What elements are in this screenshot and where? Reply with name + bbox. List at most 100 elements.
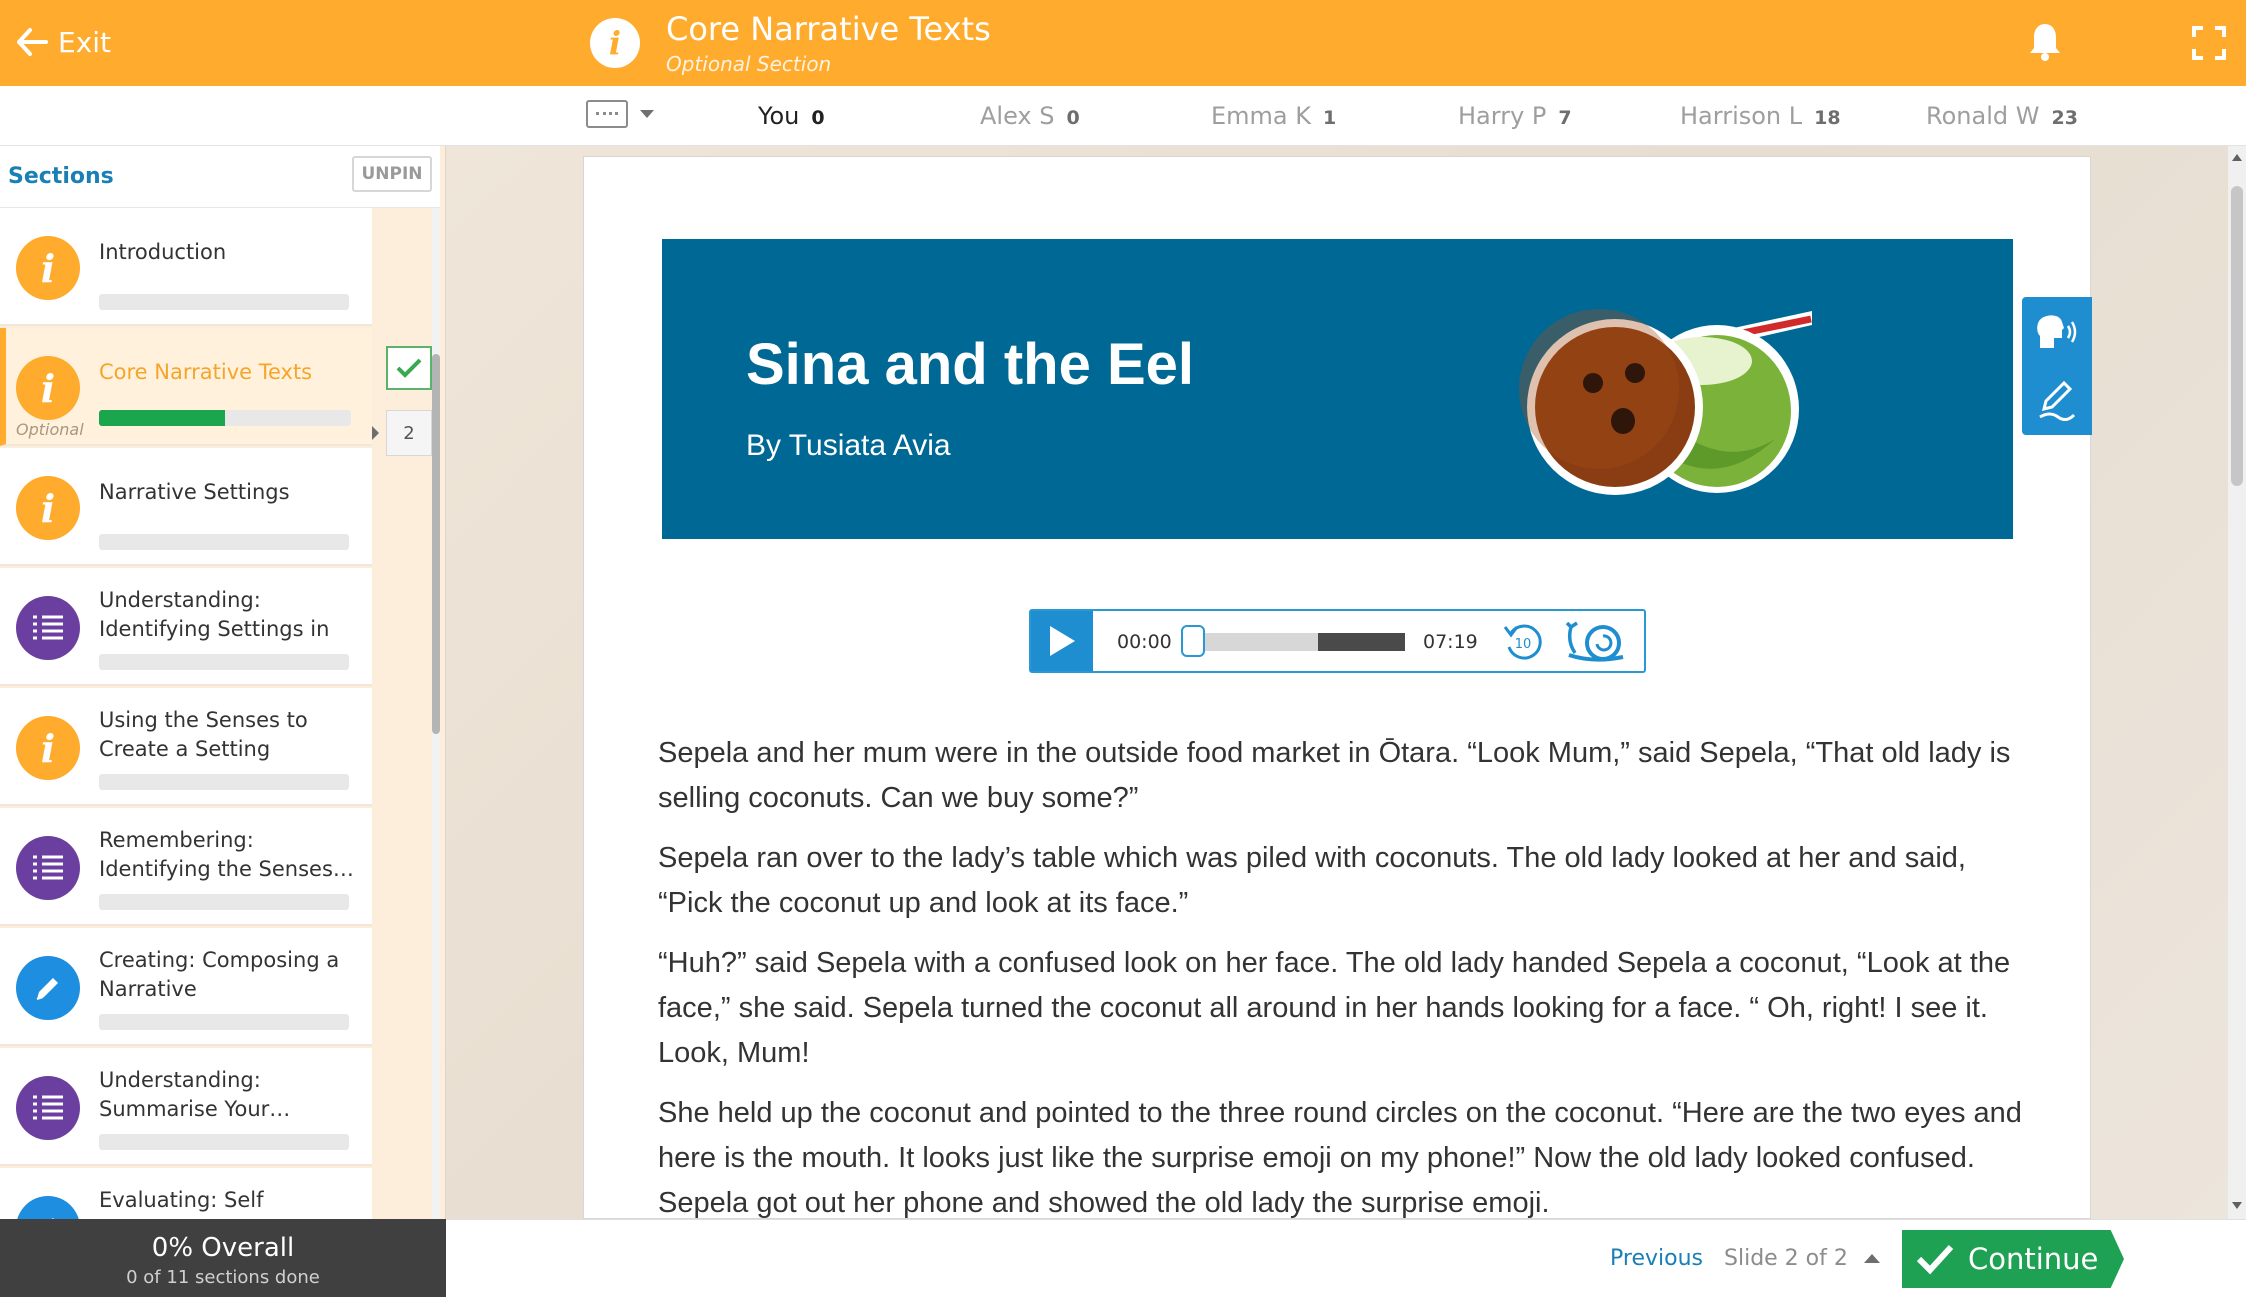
slow-speed-snail-button[interactable] bbox=[1563, 619, 1631, 669]
scrollbar-thumb[interactable] bbox=[432, 354, 440, 734]
slide-indicator: Slide 2 of 2 bbox=[1724, 1246, 1848, 1271]
play-icon bbox=[1050, 626, 1075, 656]
scroll-down-arrow-icon[interactable] bbox=[2232, 1202, 2242, 1209]
list-icon bbox=[16, 1076, 80, 1140]
player-name: Harry P bbox=[1458, 102, 1547, 130]
continue-label: Continue bbox=[1968, 1242, 2099, 1276]
player-name: Ronald W bbox=[1926, 102, 2040, 130]
overall-progress: 0% Overall 0 of 11 sections done bbox=[0, 1219, 446, 1297]
exit-button[interactable]: Exit bbox=[16, 22, 111, 62]
section-progress-bar bbox=[99, 294, 349, 310]
sidebar-scrollbar[interactable] bbox=[432, 208, 440, 1219]
info-icon: i bbox=[16, 236, 80, 300]
player-score: 0 bbox=[1066, 107, 1080, 129]
completed-check-icon bbox=[386, 346, 432, 390]
sidebar-item-summarise-your[interactable]: Understanding: Summarise Your… bbox=[0, 1048, 372, 1166]
story-paragraph: Sepela ran over to the lady’s table whic… bbox=[658, 842, 1966, 919]
sidebar-item-core-narrative-texts[interactable]: i Core Narrative Texts Optional bbox=[0, 328, 372, 446]
overall-percent: 0% Overall bbox=[151, 1233, 295, 1263]
list-icon bbox=[16, 836, 80, 900]
sidebar-item-label: Understanding: Identifying Settings in … bbox=[99, 588, 330, 641]
chevron-down-icon bbox=[640, 110, 654, 118]
audio-seek-handle[interactable] bbox=[1181, 625, 1205, 657]
arrow-left-icon bbox=[17, 28, 48, 56]
sidebar-item-label: Evaluating: Self bbox=[99, 1188, 264, 1212]
leaderboard-bar: You 0 Alex S 0 Emma K 1 Harry P 7 Harrison L… bbox=[0, 86, 2246, 146]
side-tools bbox=[2022, 297, 2092, 435]
leaderboard-player: You 0 bbox=[758, 102, 825, 130]
scrollbar-thumb[interactable] bbox=[2231, 186, 2243, 486]
story-banner: Sina and the Eel By Tusiata Avia bbox=[662, 239, 2013, 539]
player-score: 23 bbox=[2051, 107, 2078, 129]
annotate-pen-icon[interactable] bbox=[2022, 367, 2092, 433]
sidebar-item-identifying-the-senses[interactable]: Remembering: Identifying the Senses… bbox=[0, 808, 372, 926]
check-icon bbox=[1916, 1244, 1954, 1275]
player-name: Emma K bbox=[1211, 102, 1311, 130]
rewind-10-button[interactable]: 10 bbox=[1501, 621, 1545, 669]
player-name: Harrison L bbox=[1680, 102, 1803, 130]
leaderboard-player: Harry P 7 bbox=[1458, 102, 1572, 130]
player-score: 18 bbox=[1814, 107, 1841, 129]
slide-selector[interactable]: Slide 2 of 2 bbox=[1724, 1246, 1880, 1271]
audio-buffered-bar bbox=[1318, 633, 1405, 651]
previous-button[interactable]: Previous bbox=[1610, 1246, 1703, 1271]
top-bar: Exit i Core Narrative Texts Optional Sec… bbox=[0, 0, 2246, 86]
page-title: Core Narrative Texts bbox=[666, 10, 991, 48]
pencil-icon bbox=[16, 956, 80, 1020]
sidebar-item-identifying-settings[interactable]: Understanding: Identifying Settings in … bbox=[0, 568, 372, 686]
page-subtitle: Optional Section bbox=[666, 52, 832, 76]
sidebar-item-composing-a-narrative[interactable]: Creating: Composing a Narrative bbox=[0, 928, 372, 1046]
page-scrollbar[interactable] bbox=[2228, 146, 2246, 1219]
info-icon[interactable]: i bbox=[590, 18, 640, 68]
sidebar-item-using-the-senses[interactable]: i Using the Senses to Create a Setting bbox=[0, 688, 372, 806]
footer-bar: Previous Slide 2 of 2 Continue bbox=[446, 1219, 2246, 1297]
sidebar-item-label: Understanding: Summarise Your… bbox=[99, 1068, 291, 1121]
list-icon bbox=[16, 596, 80, 660]
play-button[interactable] bbox=[1031, 611, 1093, 671]
audio-current-time: 00:00 bbox=[1117, 631, 1172, 653]
info-icon: i bbox=[16, 356, 80, 420]
section-progress-bar bbox=[99, 774, 349, 790]
story-paragraph: She held up the coconut and pointed to t… bbox=[658, 1097, 2022, 1219]
story-paragraph: Sepela and her mum were in the outside f… bbox=[658, 737, 2011, 814]
section-progress-bar bbox=[99, 894, 349, 910]
story-title: Sina and the Eel bbox=[746, 332, 1194, 397]
leaderboard-player: Alex S 0 bbox=[980, 102, 1080, 130]
leaderboard-toggle[interactable] bbox=[586, 100, 654, 128]
sidebar-item-label: Using the Senses to Create a Setting bbox=[99, 708, 308, 761]
pencil-icon bbox=[16, 1196, 80, 1219]
player-name: You bbox=[758, 102, 800, 130]
fullscreen-icon[interactable] bbox=[2192, 26, 2226, 64]
bell-icon[interactable] bbox=[2028, 22, 2062, 66]
story-text: Sepela and her mum were in the outside f… bbox=[658, 731, 2028, 1219]
chevron-up-icon bbox=[1863, 1254, 1880, 1263]
unpin-button[interactable]: UNPIN bbox=[352, 156, 432, 192]
content-card: Sina and the Eel By Tusiata Avia 00:00 0… bbox=[583, 156, 2091, 1219]
section-progress-bar bbox=[99, 534, 349, 550]
text-to-speech-icon[interactable] bbox=[2022, 299, 2092, 365]
sidebar-item-narrative-settings[interactable]: i Narrative Settings bbox=[0, 448, 372, 566]
sections-sidebar: Sections UNPIN i Introduction i Core Nar… bbox=[0, 146, 446, 1219]
section-progress-bar bbox=[99, 1014, 349, 1030]
sidebar-item-label: Core Narrative Texts bbox=[99, 360, 313, 384]
optional-tag: Optional bbox=[16, 420, 84, 439]
section-progress-bar bbox=[99, 654, 349, 670]
slide-count-badge[interactable]: 2 bbox=[386, 410, 432, 456]
leaderboard-player: Emma K 1 bbox=[1211, 102, 1336, 130]
scroll-up-arrow-icon[interactable] bbox=[2232, 154, 2242, 161]
sidebar-item-label: Introduction bbox=[99, 240, 227, 264]
section-progress-bar bbox=[99, 1134, 349, 1150]
info-icon: i bbox=[16, 476, 80, 540]
continue-button[interactable]: Continue bbox=[1902, 1230, 2124, 1288]
leaderboard-player: Ronald W 23 bbox=[1926, 102, 2078, 130]
exit-label: Exit bbox=[58, 25, 112, 59]
audio-seek-track[interactable] bbox=[1193, 633, 1405, 651]
player-score: 1 bbox=[1323, 107, 1337, 129]
sidebar-header: Sections UNPIN bbox=[0, 146, 440, 208]
sidebar-item-evaluating-self[interactable]: Evaluating: Self bbox=[0, 1168, 372, 1219]
sidebar-item-label: Remembering: Identifying the Senses… bbox=[99, 828, 354, 881]
sidebar-item-label: Creating: Composing a Narrative bbox=[99, 948, 340, 1001]
player-score: 0 bbox=[811, 107, 825, 129]
sidebar-item-introduction[interactable]: i Introduction bbox=[0, 208, 372, 326]
sidebar-title: Sections bbox=[8, 164, 114, 189]
